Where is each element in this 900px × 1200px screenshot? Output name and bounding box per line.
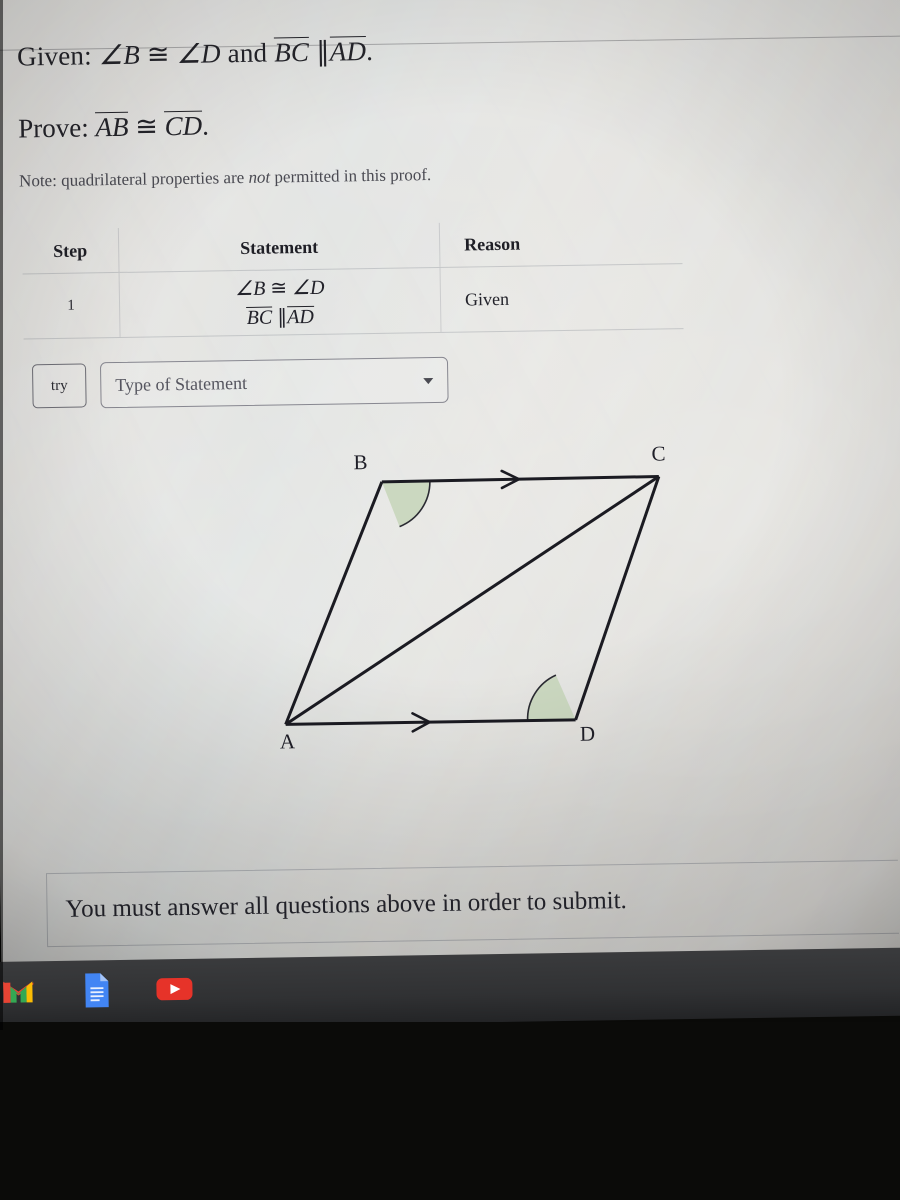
vertex-label-d: D — [579, 721, 596, 746]
prove-period: . — [201, 110, 210, 141]
stmt-segment-ad: AD — [287, 305, 315, 329]
given-angle-b: ∠B — [98, 39, 141, 71]
column-header-reason: Reason — [463, 233, 521, 255]
row-statement-line-2: BC ∥AD — [246, 304, 314, 330]
photo-of-screen: Given: ∠B ≅ ∠D and BC ∥AD. Prove: AB ≅ C… — [0, 0, 900, 1200]
given-angle-d: ∠D — [176, 38, 221, 70]
given-conjunction: and — [227, 37, 268, 69]
taskbar — [0, 947, 900, 1030]
given-period: . — [365, 35, 374, 67]
stmt-angle-b: ∠B — [234, 277, 266, 301]
try-button[interactable]: try — [31, 363, 87, 409]
vertex-label-a: A — [279, 729, 296, 754]
google-docs-icon[interactable] — [74, 968, 119, 1013]
angle-mark-b-fill — [381, 481, 430, 527]
stmt-angle-d: ∠D — [291, 276, 325, 300]
prove-segment-cd: CD — [164, 110, 203, 142]
given-congruent-symbol: ≅ — [146, 39, 170, 70]
laptop-screen: Given: ∠B ≅ ∠D and BC ∥AD. Prove: AB ≅ C… — [0, 0, 900, 984]
given-label: Given: — [16, 40, 93, 72]
statement-entry-row: try Type of Statement — [31, 356, 449, 410]
row-step-number: 1 — [67, 297, 75, 314]
given-parallel-symbol: ∥ — [315, 36, 330, 67]
stmt-segment-bc: BC — [246, 306, 273, 329]
assignment-page: Given: ∠B ≅ ∠D and BC ∥AD. Prove: AB ≅ C… — [0, 0, 900, 984]
chevron-down-icon — [423, 378, 434, 385]
column-header-statement: Statement — [117, 222, 441, 272]
vertex-label-b: B — [353, 450, 368, 475]
geometry-figure: B C A D — [243, 425, 719, 792]
statement-type-select[interactable]: Type of Statement — [99, 356, 449, 409]
youtube-icon[interactable] — [152, 967, 197, 1012]
segment-bc — [381, 474, 659, 484]
given-segment-bc: BC — [273, 36, 310, 68]
segment-ab — [284, 481, 384, 725]
segment-cd — [574, 476, 661, 721]
vertex-label-c: C — [651, 441, 666, 466]
photo-left-edge — [0, 0, 3, 1030]
prove-segment-ab: AB — [95, 111, 129, 143]
stmt-congruent-symbol: ≅ — [270, 277, 288, 300]
proof-note: Note: quadrilateral properties are not p… — [19, 165, 431, 191]
prove-label: Prove: — [18, 112, 90, 144]
row-statement-cell: ∠B ≅ ∠D BC ∥AD — [118, 267, 442, 337]
proof-table: Step Statement Reason 1 ∠B ≅ ∠D BC ∥AD G… — [21, 219, 684, 340]
row-reason-cell: Given — [464, 288, 510, 310]
statement-type-placeholder: Type of Statement — [115, 372, 248, 395]
table-row: 1 ∠B ≅ ∠D BC ∥AD Given — [22, 264, 684, 340]
given-statement: Given: ∠B ≅ ∠D and BC ∥AD. — [17, 36, 373, 73]
submit-notice-text: You must answer all questions above in o… — [65, 887, 628, 923]
note-emphasis: not — [248, 167, 271, 187]
prove-statement: Prove: AB ≅ CD. — [18, 111, 209, 145]
segment-ac-diagonal — [284, 475, 660, 726]
given-segment-ad: AD — [329, 36, 367, 67]
column-header-step: Step — [53, 239, 88, 261]
stmt-parallel-symbol: ∥ — [277, 306, 288, 329]
prove-congruent-symbol: ≅ — [135, 111, 159, 142]
angle-mark-d-fill — [527, 675, 576, 721]
submit-notice-box: You must answer all questions above in o… — [45, 859, 900, 948]
photo-black-area — [0, 1022, 900, 1200]
gmail-icon[interactable] — [0, 969, 41, 1014]
note-suffix: permitted in this proof. — [270, 165, 432, 187]
parallelogram-svg — [284, 469, 661, 733]
row-statement-line-1: ∠B ≅ ∠D — [235, 275, 325, 301]
note-prefix: Note: quadrilateral properties are — [18, 167, 249, 191]
